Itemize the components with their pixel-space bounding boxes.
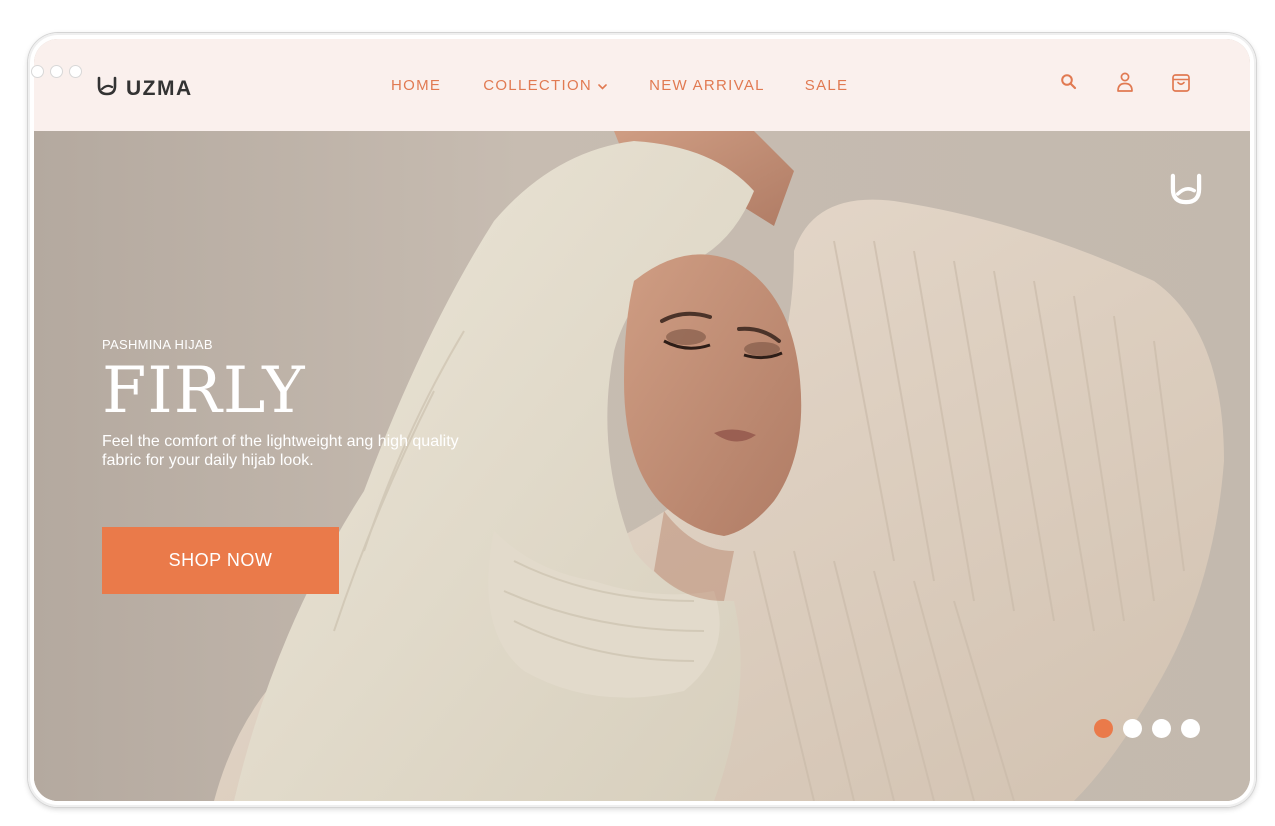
chevron-down-icon	[598, 77, 607, 94]
carousel-dot-3[interactable]	[1152, 719, 1171, 738]
carousel-indicators	[1094, 719, 1200, 738]
search-icon[interactable]	[1056, 69, 1082, 95]
user-icon[interactable]	[1112, 69, 1138, 95]
brand-logo[interactable]: UZMA	[96, 75, 193, 102]
hero-description: Feel the comfort of the lightweight ang …	[102, 433, 459, 469]
window-close-button[interactable]	[31, 65, 44, 78]
nav-icons	[1056, 69, 1194, 95]
window-controls	[31, 65, 82, 78]
nav-collection-label: COLLECTION	[483, 76, 593, 94]
nav-sale[interactable]: SALE	[805, 77, 849, 94]
carousel-dot-1[interactable]	[1094, 719, 1113, 738]
nav-home-label: HOME	[391, 76, 442, 94]
carousel-dot-4[interactable]	[1181, 719, 1200, 738]
carousel-dot-2[interactable]	[1123, 719, 1142, 738]
nav-sale-label: SALE	[804, 76, 849, 94]
nav-new-arrival[interactable]: NEW ARRIVAL	[649, 77, 765, 94]
nav-home[interactable]: HOME	[391, 77, 441, 94]
device-frame: UZMA HOME COLLECTION NEW ARRIVAL SALE PA…	[28, 33, 1256, 807]
hero-title: FIRLY	[102, 354, 306, 428]
nav-new-arrival-label: NEW ARRIVAL	[649, 76, 765, 94]
cart-icon[interactable]	[1168, 69, 1194, 95]
hero-text-block: PASHMINA HIJAB FIRLY Feel the comfort of…	[102, 337, 502, 470]
window-minimize-button[interactable]	[50, 65, 63, 78]
uzma-logo-icon	[96, 75, 118, 102]
main-nav: HOME COLLECTION NEW ARRIVAL SALE	[391, 39, 848, 131]
top-navbar: UZMA HOME COLLECTION NEW ARRIVAL SALE	[34, 39, 1250, 131]
browser-screen: UZMA HOME COLLECTION NEW ARRIVAL SALE PA…	[34, 39, 1250, 801]
uzma-watermark-icon	[1168, 171, 1204, 212]
shop-now-button[interactable]: SHOP NOW	[102, 527, 339, 594]
nav-collection[interactable]: COLLECTION	[483, 77, 607, 94]
hero-eyebrow: PASHMINA HIJAB	[102, 337, 213, 352]
hero-banner: PASHMINA HIJAB FIRLY Feel the comfort of…	[34, 131, 1250, 801]
brand-name: UZMA	[126, 76, 193, 100]
window-maximize-button[interactable]	[69, 65, 82, 78]
